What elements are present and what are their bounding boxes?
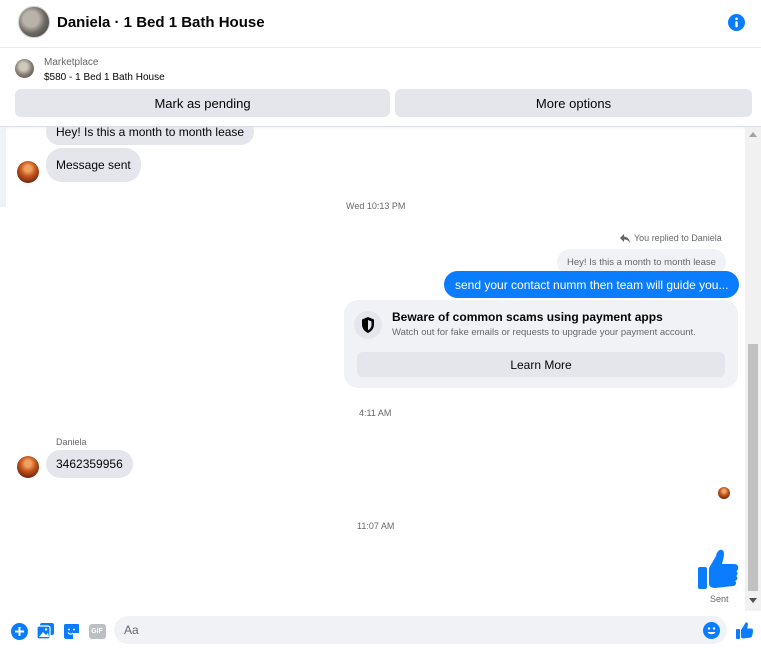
learn-more-button[interactable]: Learn More <box>357 352 725 377</box>
reply-indicator-text: You replied to Daniela <box>634 233 722 243</box>
quoted-text: Hey! Is this a month to month lease <box>567 256 716 268</box>
listing-thumbnail[interactable] <box>15 59 34 78</box>
left-edge <box>0 127 6 207</box>
thumbs-up-sticker[interactable] <box>697 548 739 590</box>
marketplace-label: Marketplace <box>44 57 99 68</box>
marketplace-listing-bar: Marketplace $580 - 1 Bed 1 Bath House Ma… <box>0 49 761 127</box>
message-bubble-incoming[interactable]: 3462359956 <box>46 450 133 478</box>
shield-icon <box>354 311 382 339</box>
listing-title[interactable]: $580 - 1 Bed 1 Bath House <box>44 72 165 83</box>
scroll-down-arrow[interactable] <box>749 598 757 603</box>
contact-avatar-small[interactable] <box>17 161 39 183</box>
conversation-header: Daniela · 1 Bed 1 Bath House <box>0 0 761 48</box>
message-bubble-incoming[interactable]: Hey! Is this a month to month lease <box>46 127 255 145</box>
reply-indicator: You replied to Daniela <box>620 233 722 243</box>
reply-arrow-icon <box>620 233 630 243</box>
gif-label: GIF <box>91 627 103 635</box>
message-bubble-incoming[interactable]: Message sent <box>46 148 141 182</box>
photo-icon[interactable] <box>36 622 54 640</box>
sent-status: Sent <box>710 594 729 604</box>
like-icon[interactable] <box>735 621 753 639</box>
message-timestamp: 4:11 AM <box>359 408 392 418</box>
scam-warning-subtitle: Watch out for fake emails or requests to… <box>392 327 696 338</box>
gif-icon[interactable]: GIF <box>88 622 106 640</box>
like-icon <box>698 549 739 589</box>
contact-avatar-small[interactable] <box>17 456 39 478</box>
sender-name: Daniela <box>56 437 87 447</box>
message-composer: GIF Aa <box>0 611 761 655</box>
message-input[interactable]: Aa <box>114 616 727 644</box>
mark-as-pending-button[interactable]: Mark as pending <box>15 89 390 117</box>
bottom-edge <box>0 650 761 655</box>
conversation-title[interactable]: Daniela · 1 Bed 1 Bath House <box>57 14 265 31</box>
info-icon[interactable] <box>728 14 745 31</box>
message-text: Hey! Is this a month to month lease <box>56 127 245 139</box>
message-scrollbar[interactable] <box>745 127 761 611</box>
sticker-icon[interactable] <box>62 622 80 640</box>
contact-avatar[interactable] <box>18 6 50 38</box>
plus-circle-icon[interactable] <box>10 622 28 640</box>
read-receipt-avatar <box>718 487 730 499</box>
message-text: send your contact numm then team will gu… <box>455 277 729 292</box>
scam-warning-title: Beware of common scams using payment app… <box>392 310 663 324</box>
message-bubble-outgoing[interactable]: send your contact numm then team will gu… <box>444 271 740 298</box>
message-input-placeholder: Aa <box>124 623 139 637</box>
emoji-icon[interactable] <box>703 622 720 639</box>
message-timestamp: 11:07 AM <box>357 521 395 531</box>
message-list[interactable]: Hey! Is this a month to month lease Mess… <box>0 127 745 611</box>
message-timestamp: Wed 10:13 PM <box>346 201 406 211</box>
scam-warning-card: Beware of common scams using payment app… <box>344 300 738 388</box>
more-options-button[interactable]: More options <box>395 89 752 117</box>
message-text: Message sent <box>56 158 131 172</box>
message-text: 3462359956 <box>56 457 123 471</box>
scrollbar-thumb[interactable] <box>748 344 758 591</box>
scroll-up-arrow[interactable] <box>749 132 757 137</box>
